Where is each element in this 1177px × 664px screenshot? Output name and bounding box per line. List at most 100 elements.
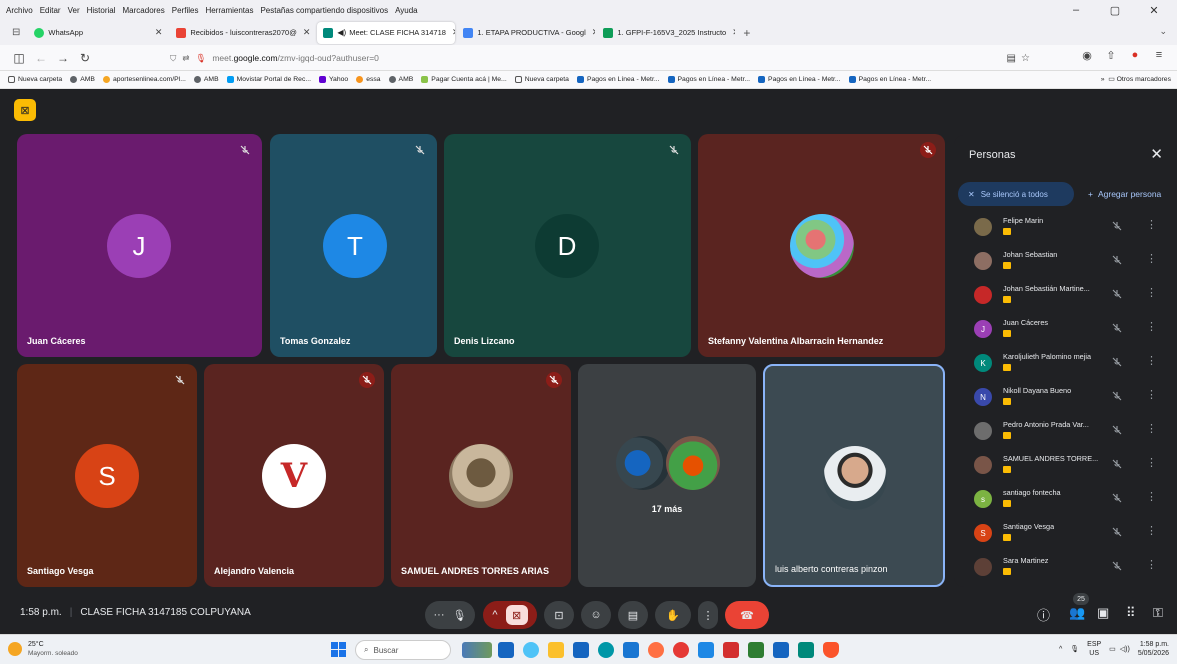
menu-marcadores[interactable]: Marcadores — [123, 6, 165, 15]
edge-icon[interactable] — [598, 642, 614, 658]
participant-tile-juan[interactable]: J Juan Cáceres — [17, 134, 262, 357]
close-tab-icon[interactable]: ✕ — [155, 27, 163, 38]
close-window-icon[interactable]: ✕ — [1138, 4, 1170, 17]
menu-historial[interactable]: Historial — [87, 6, 116, 15]
audio-playing-icon[interactable]: ◀) — [337, 28, 346, 37]
tab-whatsapp[interactable]: WhatsApp ✕ — [28, 22, 168, 44]
bookmark-item[interactable]: Pagos en Línea - Metr... — [848, 76, 931, 83]
muted-mic-icon[interactable] — [1111, 254, 1123, 266]
brave-icon[interactable] — [823, 642, 839, 658]
bookmark-item[interactable]: Pagar Cuenta acá | Me... — [421, 76, 507, 83]
tab-gmail[interactable]: Recibidos - luiscontreras2070@ ✕ — [170, 22, 315, 44]
muted-mic-icon[interactable] — [1111, 492, 1123, 504]
menu-herramientas[interactable]: Herramientas — [205, 6, 253, 15]
app-icon[interactable] — [623, 642, 639, 658]
account-icon[interactable]: ◉ — [1075, 49, 1099, 62]
microphone-icon[interactable]: 🎙 — [453, 609, 467, 622]
participant-tile-samuel[interactable]: SAMUEL ANDRES TORRES ARIAS — [391, 364, 571, 587]
bookmark-item[interactable]: Pagos en Línea - Metr... — [667, 76, 750, 83]
participant-row[interactable]: s santiago fontecha ⋮ — [962, 483, 1172, 517]
menu-archivo[interactable]: Archivo — [6, 6, 33, 15]
shield-icon[interactable]: ⛉ — [170, 53, 176, 64]
participant-row[interactable]: Johan Sebastián Martine... ⋮ — [962, 279, 1172, 313]
reader-view-icon[interactable]: ▤ — [1007, 53, 1016, 64]
participant-tile-santiago[interactable]: S Santiago Vesga — [17, 364, 197, 587]
tab-dropdown-icon[interactable]: ⌄ — [1159, 26, 1167, 37]
menu-ver[interactable]: Ver — [68, 6, 80, 15]
menu-ayuda[interactable]: Ayuda — [395, 6, 418, 15]
close-tab-icon[interactable]: ✕ — [452, 27, 455, 38]
participant-row[interactable]: SAMUEL ANDRES TORRE... ⋮ — [962, 449, 1172, 483]
more-vert-icon[interactable]: ⋮ — [1146, 286, 1157, 299]
more-vert-icon[interactable]: ⋮ — [1146, 490, 1157, 503]
participant-tile-denis[interactable]: D Denis Lizcano — [444, 134, 691, 357]
participant-tile-self[interactable]: luis alberto contreras pinzon — [763, 364, 945, 587]
close-panel-icon[interactable]: ✕ — [1150, 145, 1163, 163]
mic-tray-icon[interactable]: 🎙 — [1070, 645, 1079, 653]
microphone-permission-icon[interactable]: 🎙 — [196, 53, 207, 64]
bookmark-star-icon[interactable]: ☆ — [1021, 53, 1030, 64]
muted-mic-icon[interactable] — [1111, 458, 1123, 470]
info-icon[interactable]: ⓘ — [1037, 605, 1050, 624]
more-vert-icon[interactable]: ⋮ — [1146, 456, 1157, 469]
tab-drive[interactable]: 1. ETAPA PRODUCTIVA - Googl ✕ — [457, 22, 595, 44]
firefox-icon[interactable] — [648, 642, 664, 658]
tab-list-icon[interactable]: ⊟ — [6, 22, 26, 44]
bookmark-item[interactable]: AMB — [193, 76, 219, 83]
participant-tile-stefanny[interactable]: Stefanny Valentina Albarracin Hernandez — [698, 134, 945, 357]
widgets-app-icon[interactable] — [462, 642, 492, 658]
pdf-icon[interactable] — [723, 642, 739, 658]
extensions-icon[interactable]: ⇧ — [1099, 49, 1123, 62]
participant-row[interactable]: S Santiago Vesga ⋮ — [962, 517, 1172, 551]
activities-icon[interactable]: ⠿ — [1126, 605, 1136, 621]
muted-mic-icon[interactable] — [1111, 424, 1123, 436]
addon-icon[interactable]: ● — [1123, 49, 1147, 62]
captions-button[interactable]: ▤ — [618, 601, 648, 629]
app-icon[interactable] — [698, 642, 714, 658]
other-bookmarks[interactable]: » ▭ Otros marcadores — [1101, 75, 1171, 83]
bookmark-item[interactable]: Pagos en Línea - Metr... — [758, 76, 841, 83]
app-menu-icon[interactable]: ≡ — [1147, 49, 1171, 62]
chevron-up-icon[interactable]: ^ — [492, 609, 497, 621]
bookmark-item[interactable]: Nueva carpeta — [8, 76, 62, 83]
menu-pestanas[interactable]: Pestañas compartiendo dispositivos — [260, 6, 388, 15]
participant-tile-alejandro[interactable]: V Alejandro Valencia — [204, 364, 384, 587]
bookmark-item[interactable]: Pagos en Línea - Metr... — [576, 76, 660, 83]
bookmark-item[interactable]: AMB — [388, 76, 413, 83]
more-vert-icon[interactable]: ⋮ — [1146, 388, 1157, 401]
more-vert-icon[interactable]: ⋮ — [1146, 320, 1157, 333]
minimize-icon[interactable]: – — [1060, 4, 1092, 16]
camera-off-icon[interactable]: ⊠ — [505, 605, 528, 625]
muted-mic-icon[interactable] — [1111, 356, 1123, 368]
present-button[interactable]: ⊡ — [544, 601, 574, 629]
forward-icon[interactable]: → — [52, 51, 74, 65]
taskbar-search[interactable]: ⌕ Buscar — [355, 640, 451, 660]
close-tab-icon[interactable]: ✕ — [303, 27, 311, 38]
close-tab-icon[interactable]: ✕ — [732, 27, 735, 38]
language-indicator[interactable]: ESP US — [1087, 640, 1101, 658]
start-button[interactable] — [331, 642, 346, 657]
muted-mic-icon[interactable] — [1111, 288, 1123, 300]
more-vert-icon[interactable]: ⋮ — [1146, 354, 1157, 367]
more-options-button[interactable]: ⋮ — [698, 601, 718, 629]
muted-mic-icon[interactable] — [1111, 526, 1123, 538]
chevron-up-icon[interactable]: ^ — [1059, 646, 1062, 653]
file-explorer-icon[interactable] — [548, 642, 564, 658]
chrome-icon[interactable] — [673, 642, 689, 658]
more-vert-icon[interactable]: ⋮ — [1146, 422, 1157, 435]
weather-widget[interactable]: 25°C Mayorm. soleado — [8, 640, 78, 658]
sidebar-toggle-icon[interactable]: ◫ — [8, 51, 30, 65]
muted-mic-icon[interactable] — [1111, 560, 1123, 572]
menu-editar[interactable]: Editar — [40, 6, 61, 15]
bookmark-item[interactable]: Nueva carpeta — [514, 76, 569, 83]
people-icon[interactable]: 👥 — [1069, 605, 1085, 621]
volume-icon[interactable]: ◁)) — [1120, 645, 1130, 653]
new-tab-icon[interactable]: + — [737, 22, 756, 44]
more-audio-icon[interactable]: ··· — [434, 609, 445, 621]
url-bar[interactable]: ⛉ ⇄ 🎙 meet. google.com/zmv-igqd-oud?authu… — [170, 48, 1030, 68]
tab-meet[interactable]: ◀) Meet: CLASE FICHA 314718 ✕ — [317, 21, 456, 44]
more-vert-icon[interactable]: ⋮ — [1146, 218, 1157, 231]
more-vert-icon[interactable]: ⋮ — [1146, 524, 1157, 537]
muted-mic-icon[interactable] — [1111, 390, 1123, 402]
chat-icon[interactable]: ▣ — [1097, 605, 1109, 621]
